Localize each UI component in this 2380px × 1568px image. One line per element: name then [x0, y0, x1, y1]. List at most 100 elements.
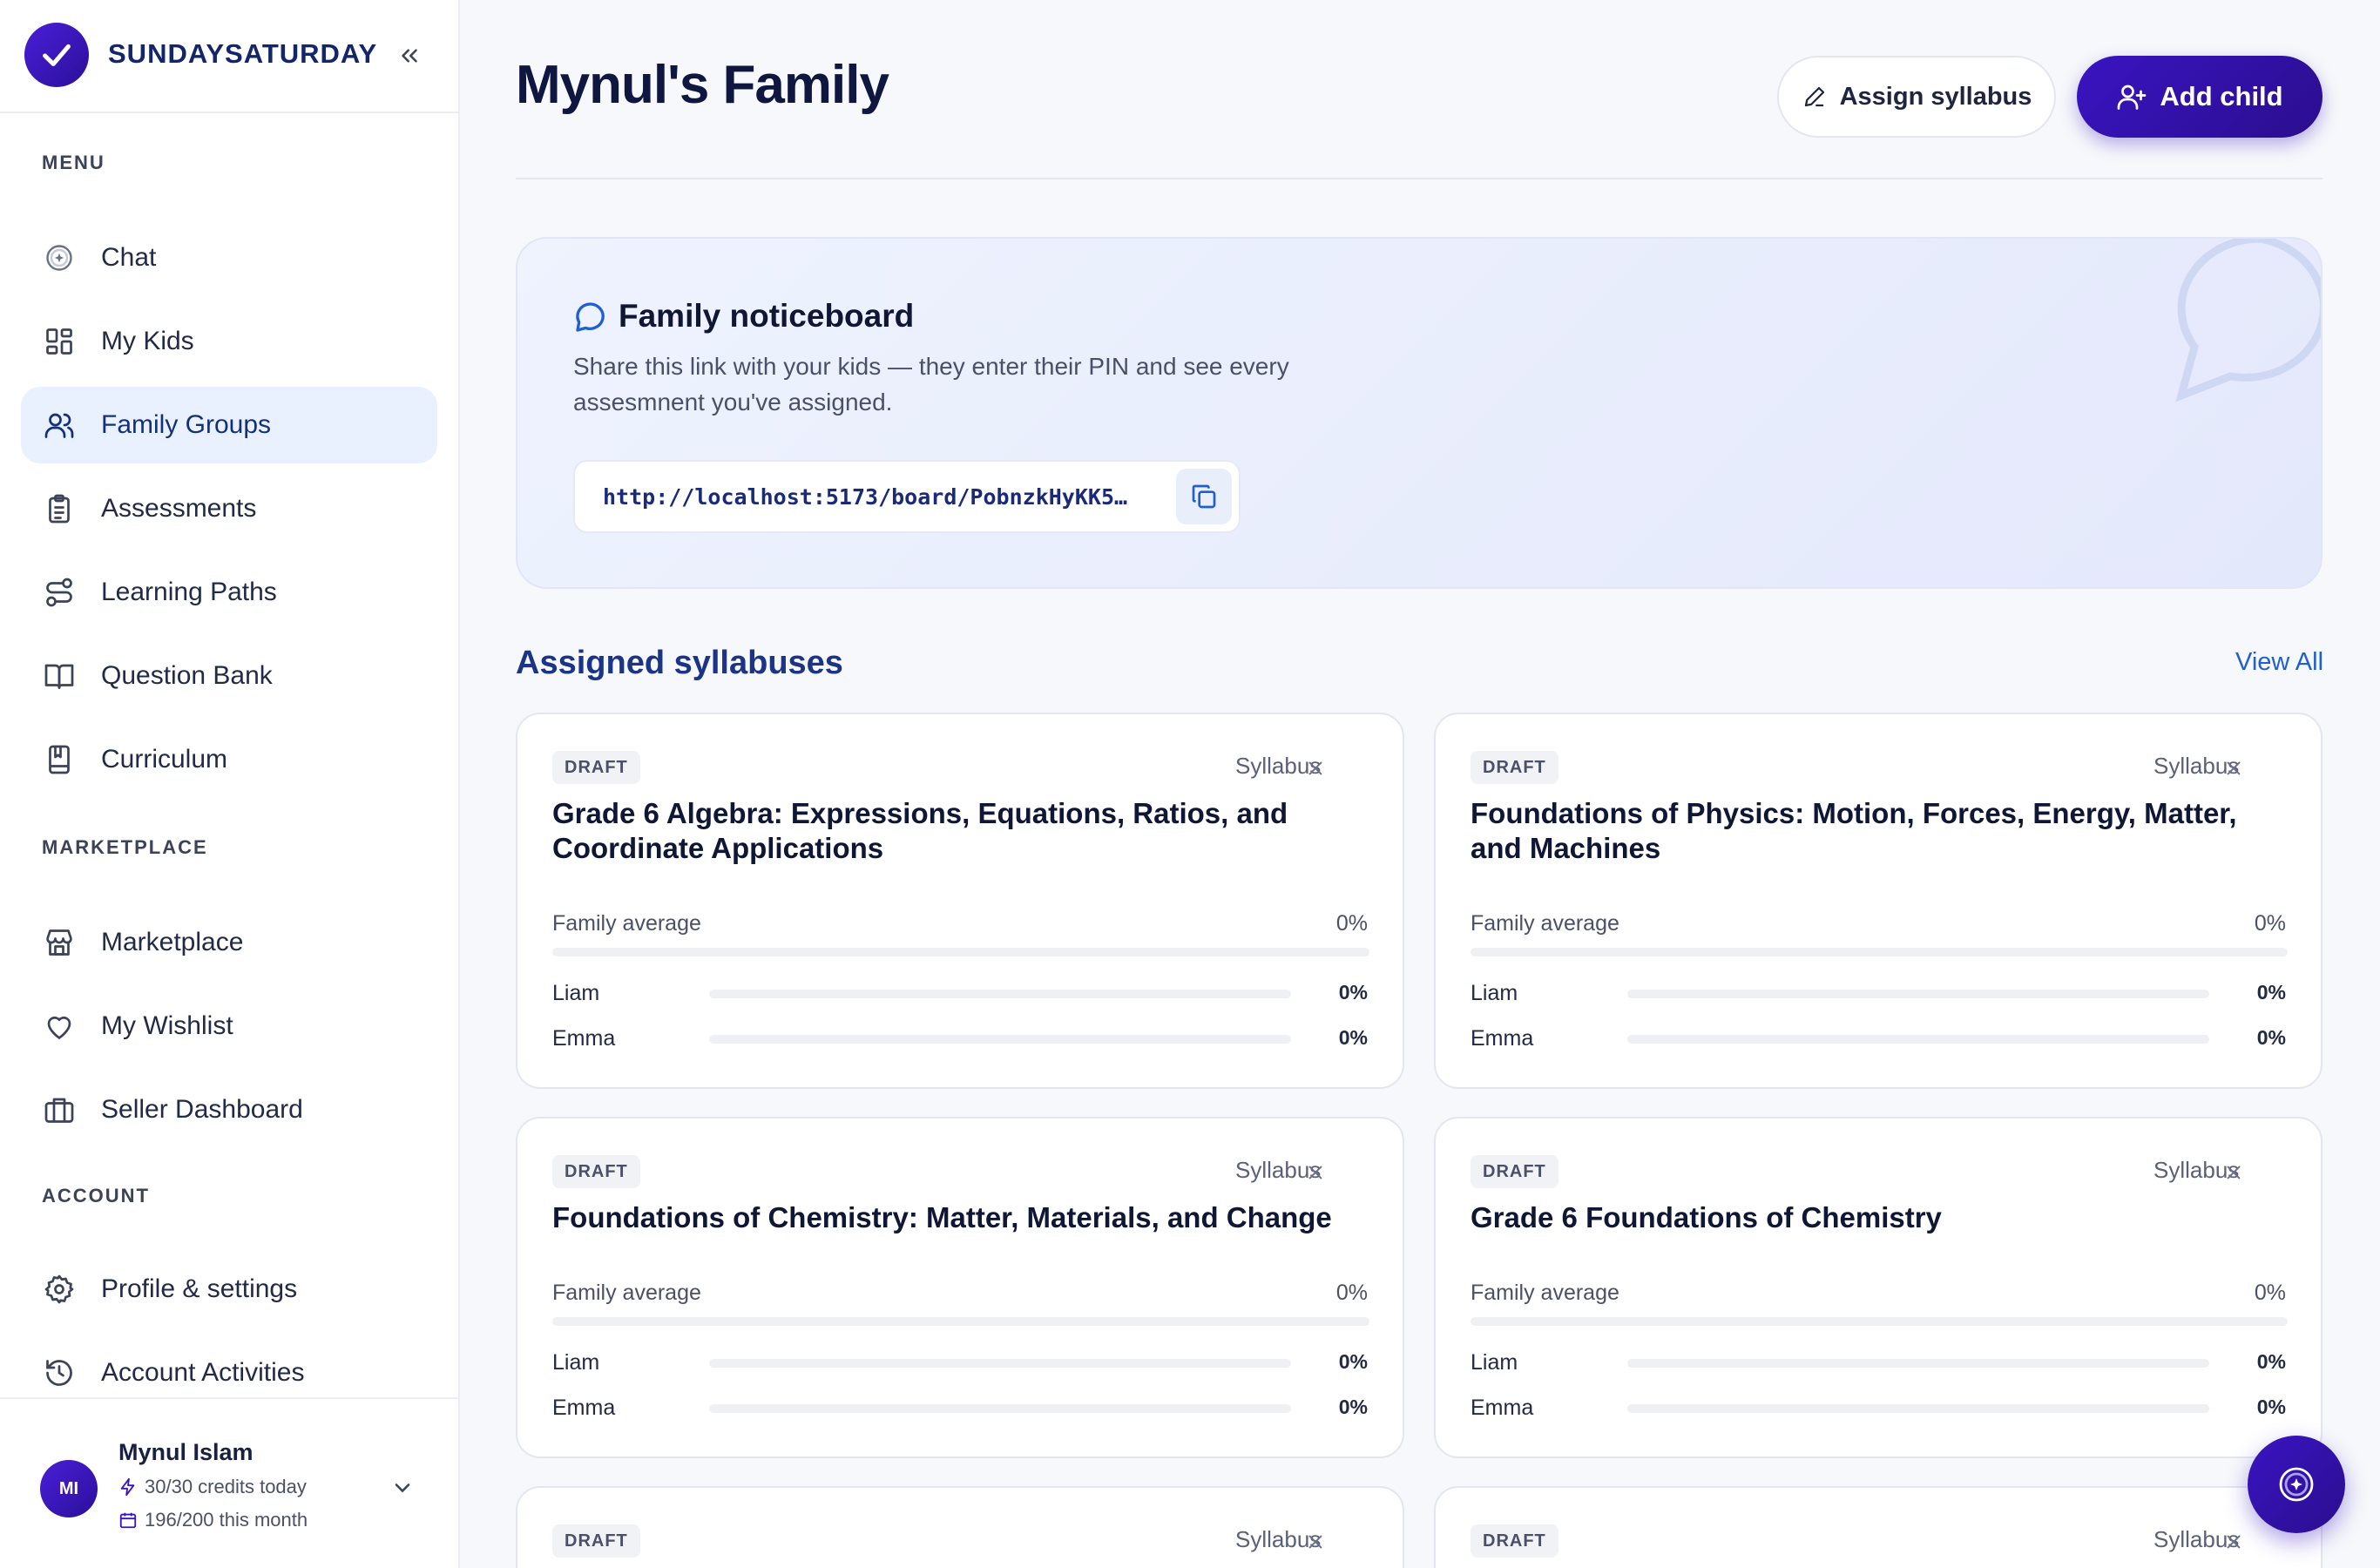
close-icon[interactable]: [2220, 754, 2248, 782]
syllabus-title: Grade 6 Foundations of Chemistry: [1471, 1201, 1942, 1233]
kid-progress-value: 0%: [2256, 981, 2286, 1004]
kid-name: Emma: [1471, 1396, 1534, 1420]
close-icon[interactable]: [1302, 1528, 1329, 1556]
syllabus-card[interactable]: DRAFT Syllabus Grade 6 Algebra: Expressi…: [516, 713, 1404, 1089]
family-noticeboard: Family noticeboard Share this link with …: [516, 237, 2323, 589]
add-child-button[interactable]: Add child: [2077, 56, 2323, 138]
sidebar-item-my-kids[interactable]: My Kids: [21, 303, 437, 380]
copy-icon[interactable]: [1176, 469, 1232, 524]
syllabus-title: Grade 6 Algebra: Expressions, Equations,…: [552, 797, 1288, 864]
sidebar-item-chat[interactable]: Chat: [21, 220, 437, 296]
sidebar-item-label: My Kids: [101, 327, 194, 355]
syllabus-title: Foundations of Physics: Motion, Forces, …: [1471, 797, 2237, 864]
chevron-down-icon[interactable]: [389, 1474, 416, 1502]
family-average-label: Family average: [552, 911, 701, 936]
family-average-bar: [552, 1317, 1369, 1326]
sidebar-item-label: Question Bank: [101, 661, 273, 690]
family-average-value: 0%: [1335, 1281, 1368, 1305]
family-average-label: Family average: [1471, 1281, 1619, 1305]
sidebar-item-family-groups[interactable]: Family Groups: [21, 387, 437, 463]
close-icon[interactable]: [2220, 1159, 2248, 1186]
close-icon[interactable]: [1302, 1159, 1329, 1186]
sidebar-item-seller-dashboard[interactable]: Seller Dashboard: [21, 1071, 437, 1148]
sidebar-item-profile-settings[interactable]: Profile & settings: [21, 1251, 437, 1328]
sidebar-item-label: Profile & settings: [101, 1274, 298, 1303]
sidebar-item-label: Chat: [101, 243, 157, 272]
sidebar-item-curriculum[interactable]: Curriculum: [21, 721, 437, 798]
sidebar-item-marketplace[interactable]: Marketplace: [21, 904, 437, 981]
kid-progress-value: 0%: [2256, 1396, 2286, 1418]
assigned-syllabuses-heading: Assigned syllabuses: [516, 645, 843, 681]
kid-name: Emma: [552, 1396, 616, 1420]
kid-progress-value: 0%: [1338, 1026, 1368, 1049]
sidebar-item-label: My Wishlist: [101, 1011, 233, 1040]
noticeboard-description: Share this link with your kids — they en…: [573, 353, 1289, 416]
notebook-icon: [42, 742, 77, 777]
kid-progress-bar: [709, 1035, 1291, 1044]
gear-icon: [42, 1272, 77, 1307]
kid-progress-bar: [1627, 990, 2209, 998]
kid-progress-bar: [1627, 1359, 2209, 1368]
family-average-label: Family average: [552, 1281, 701, 1305]
sidebar-item-label: Assessments: [101, 494, 257, 523]
users-icon: [42, 408, 77, 443]
status-badge: DRAFT: [552, 1524, 640, 1558]
user-plus-icon: [2118, 84, 2147, 110]
briefcase-icon: [42, 1092, 77, 1127]
kid-progress-value: 0%: [2256, 1350, 2286, 1373]
syllabus-title: Foundations of Chemistry: Matter, Materi…: [552, 1201, 1332, 1233]
syllabus-card[interactable]: DRAFT Syllabus Grade 6 Foundations of Ch…: [1434, 1117, 2323, 1458]
view-all-link[interactable]: View All: [2235, 648, 2323, 677]
syllabus-card[interactable]: DRAFT Syllabus: [516, 1486, 1404, 1568]
sidebar-item-label: Family Groups: [101, 410, 272, 439]
family-average-bar: [552, 948, 1369, 956]
sidebar-item-learning-paths[interactable]: Learning Paths: [21, 554, 437, 631]
grid-icon: [42, 324, 77, 359]
kid-progress-bar: [1627, 1035, 2209, 1044]
family-average-value: 0%: [2254, 911, 2286, 936]
sparkle-circle-icon: [42, 240, 77, 275]
kid-progress-bar: [709, 990, 1291, 998]
collapse-sidebar-icon[interactable]: [390, 37, 429, 75]
check-icon[interactable]: [24, 23, 89, 87]
status-badge: DRAFT: [1471, 1155, 1558, 1188]
kid-progress-value: 0%: [2256, 1026, 2286, 1049]
section-label-menu: MENU: [42, 152, 105, 173]
share-link[interactable]: http://localhost:5173/board/PobnzkHyKK5…: [603, 484, 1143, 510]
sparkle-icon: [2279, 1467, 2314, 1502]
status-badge: DRAFT: [1471, 1524, 1558, 1558]
close-icon[interactable]: [1302, 754, 1329, 782]
brand-name[interactable]: SUNDAYSATURDAY: [108, 38, 377, 70]
book-open-icon: [42, 659, 77, 693]
speech-bubble-decoration-icon: [2175, 239, 2321, 402]
kid-progress-bar: [709, 1404, 1291, 1413]
sidebar: SUNDAYSATURDAY MENU Chat My Kids Family …: [0, 0, 460, 1568]
sidebar-item-my-wishlist[interactable]: My Wishlist: [21, 988, 437, 1064]
syllabus-card[interactable]: DRAFT Syllabus Foundations of Physics: M…: [1434, 713, 2323, 1089]
status-badge: DRAFT: [552, 1155, 640, 1188]
user-name: Mynul Islam: [118, 1439, 254, 1465]
store-icon: [42, 925, 77, 960]
close-icon[interactable]: [2220, 1528, 2248, 1556]
status-badge: DRAFT: [552, 751, 640, 784]
sidebar-item-assessments[interactable]: Assessments: [21, 470, 437, 547]
assign-syllabus-label: Assign syllabus: [1839, 82, 2032, 111]
syllabus-card[interactable]: DRAFT Syllabus Foundations of Chemistry:…: [516, 1117, 1404, 1458]
brand-header: SUNDAYSATURDAY: [0, 0, 458, 113]
syllabus-card[interactable]: DRAFT Syllabus: [1434, 1486, 2323, 1568]
route-icon: [42, 575, 77, 610]
ai-assistant-button[interactable]: [2248, 1436, 2345, 1533]
pencil-icon: [1804, 86, 1824, 107]
kid-progress-value: 0%: [1338, 1350, 1368, 1373]
avatar: MI: [40, 1460, 98, 1517]
sidebar-item-question-bank[interactable]: Question Bank: [21, 638, 437, 714]
status-badge: DRAFT: [1471, 751, 1558, 784]
kid-progress-value: 0%: [1338, 1396, 1368, 1418]
user-profile-card[interactable]: MI Mynul Islam 30/30 credits today 196/2…: [0, 1397, 458, 1568]
header-divider: [516, 178, 2323, 179]
app-root: SUNDAYSATURDAY MENU Chat My Kids Family …: [0, 0, 2380, 1568]
sidebar-item-label: Account Activities: [101, 1358, 305, 1387]
family-average-value: 0%: [1335, 911, 1368, 936]
assign-syllabus-button[interactable]: Assign syllabus: [1777, 56, 2056, 138]
kid-name: Emma: [552, 1026, 616, 1051]
